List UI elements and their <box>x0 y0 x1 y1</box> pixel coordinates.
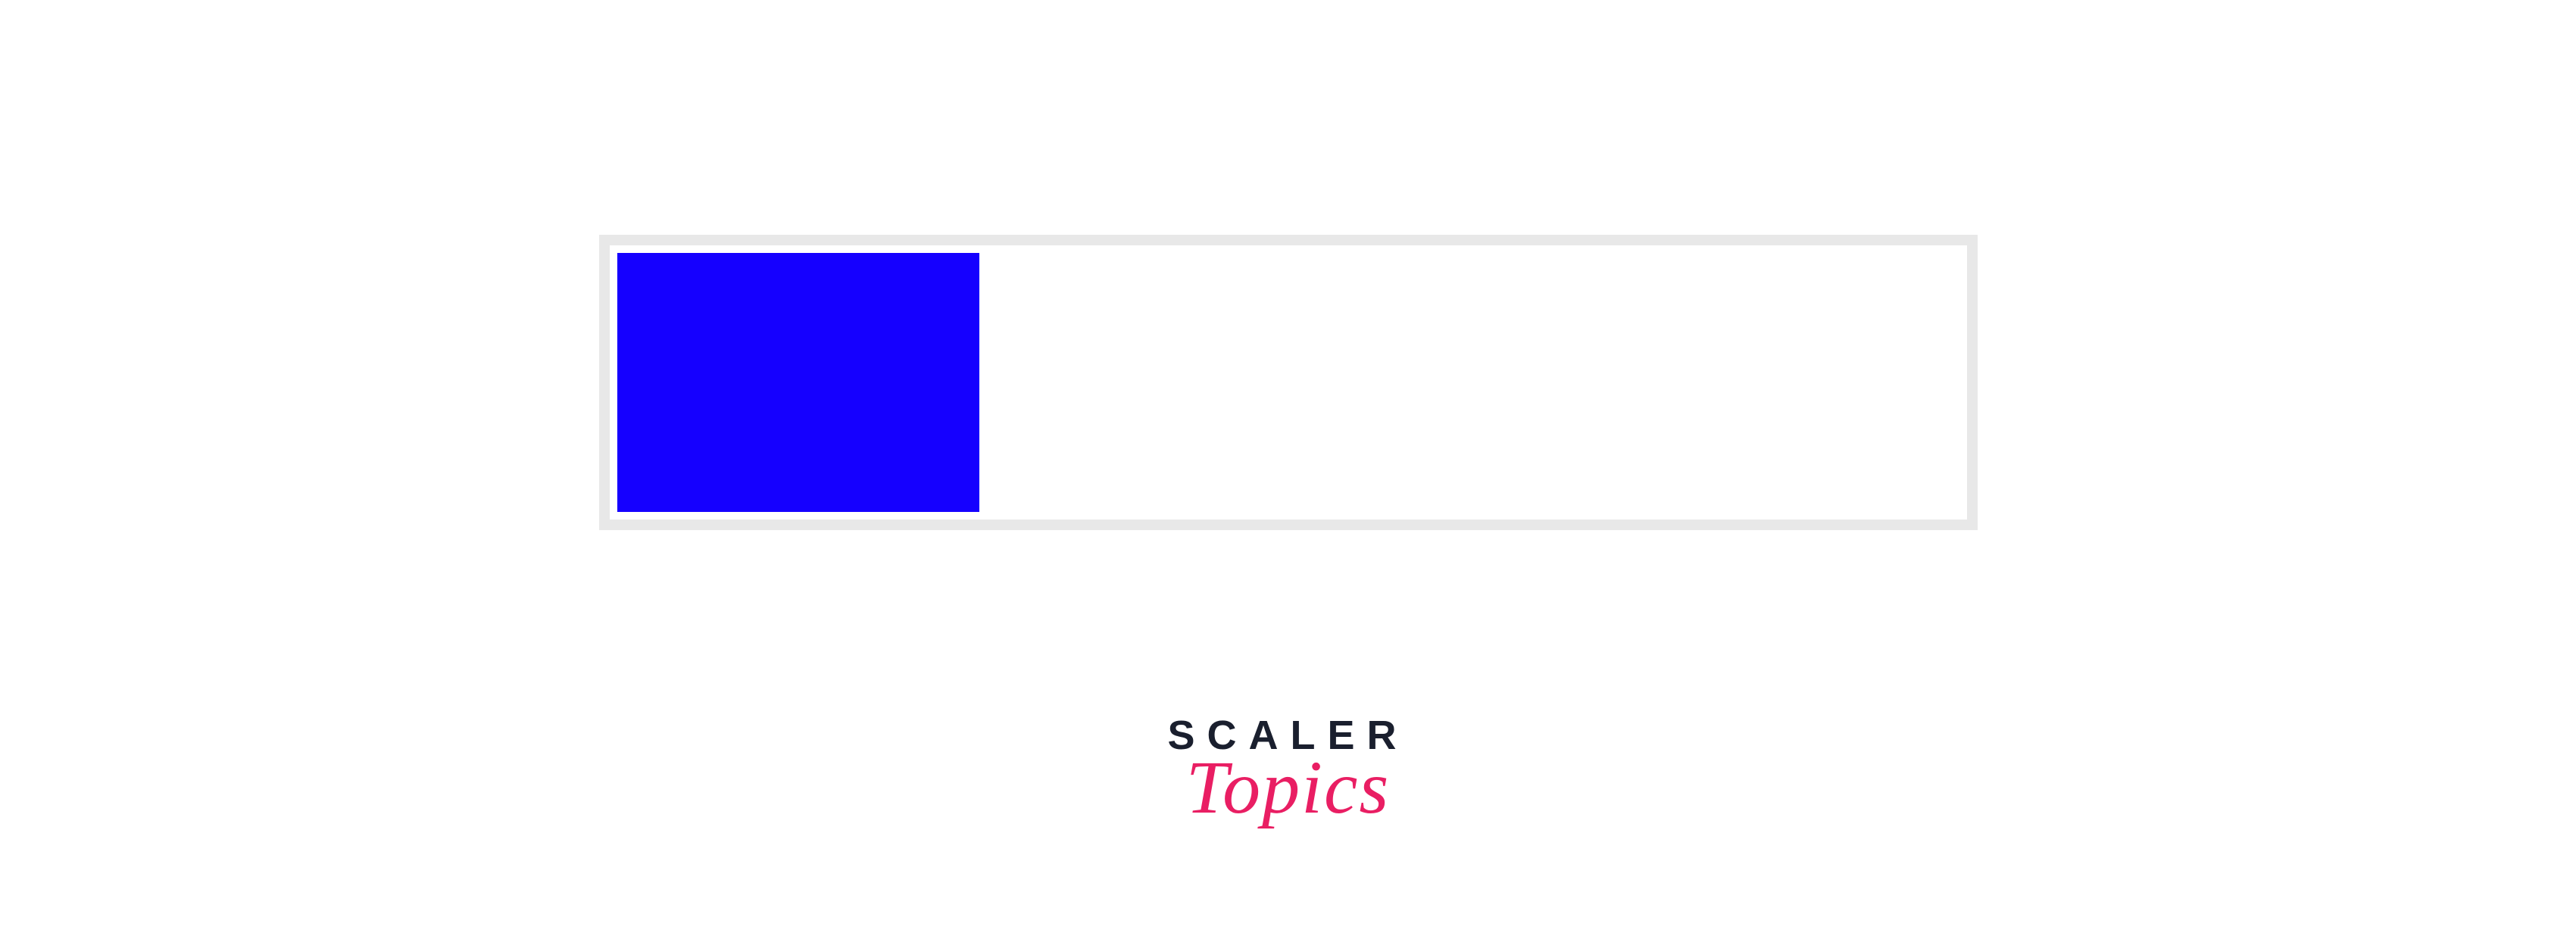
scaler-topics-logo: SCALER Topics <box>1167 712 1408 831</box>
progress-bar-fill <box>617 253 979 512</box>
progress-bar-track <box>599 235 1978 530</box>
logo-text-topics: Topics <box>1167 744 1408 831</box>
